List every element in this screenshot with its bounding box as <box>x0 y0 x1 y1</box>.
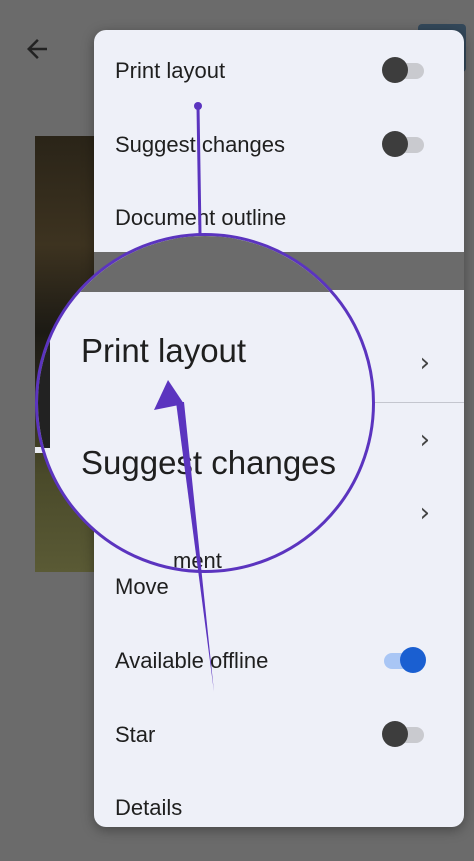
menu-item-label: Suggest changes <box>115 132 286 157</box>
chevron-right-icon[interactable]: › <box>420 498 430 528</box>
chevron-right-icon[interactable]: › <box>420 348 430 378</box>
print-layout-toggle[interactable] <box>382 57 426 83</box>
menu-item-available-offline[interactable]: Available offline <box>94 631 464 691</box>
zoom-magnifier: Print layout › Suggest changes ment <box>35 233 375 573</box>
menu-item-label: Available offline <box>115 648 269 673</box>
menu-item-suggest-changes[interactable]: Suggest changes <box>94 115 464 175</box>
back-arrow-icon[interactable] <box>22 34 52 64</box>
menu-item-label: Details <box>115 795 183 820</box>
available-offline-toggle[interactable] <box>382 647 426 673</box>
suggest-changes-toggle[interactable] <box>382 131 426 157</box>
menu-item-label: Document outline <box>115 205 287 230</box>
star-toggle[interactable] <box>382 721 426 747</box>
menu-item-label: Star <box>115 722 156 747</box>
magnified-print-layout: Print layout <box>81 332 247 369</box>
menu-item-label: Print layout <box>115 58 226 83</box>
menu-item-print-layout[interactable]: Print layout <box>94 41 464 101</box>
menu-item-details[interactable]: Details <box>94 778 464 827</box>
magnified-image-edge <box>38 292 50 448</box>
menu-item-label: Move <box>115 574 169 599</box>
magnified-suggest-changes: Suggest changes <box>81 444 337 481</box>
magnified-ghost-text: ment <box>173 548 222 573</box>
menu-item-star[interactable]: Star <box>94 705 464 765</box>
magnified-overlay <box>38 236 372 292</box>
chevron-right-icon[interactable]: › <box>420 425 430 455</box>
